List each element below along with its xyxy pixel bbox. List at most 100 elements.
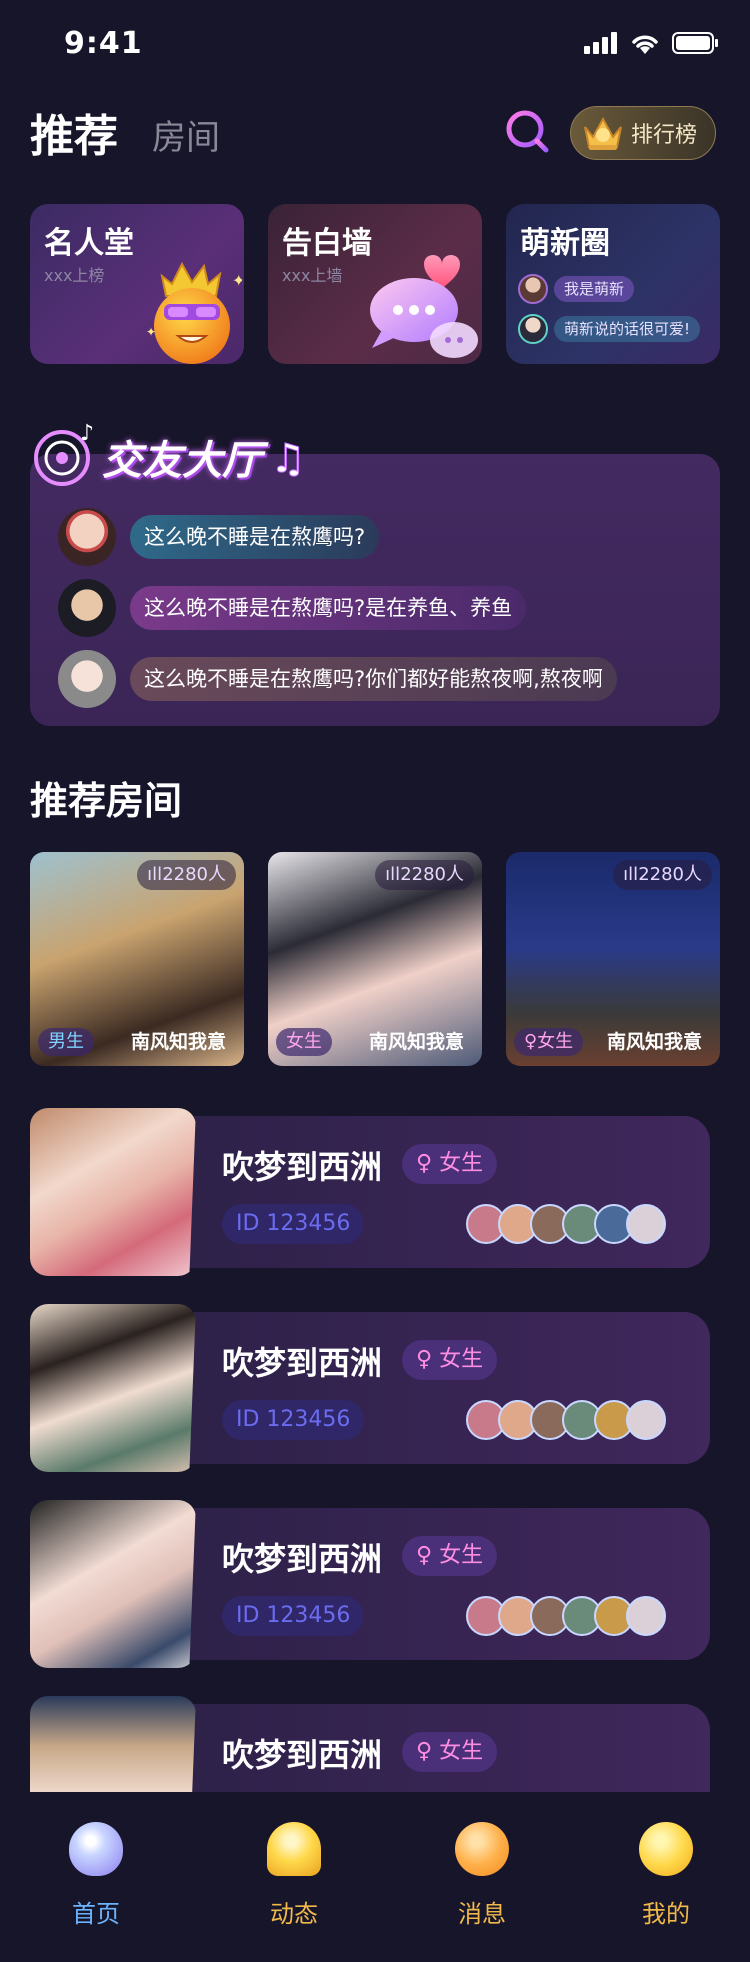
listener-count-text: 2280人 — [638, 864, 702, 885]
card-subtitle: xxx上墙 — [282, 266, 343, 285]
vinyl-record-icon: ♪ — [34, 422, 94, 486]
newbie-circle-card[interactable]: 萌新圈 我是萌新 萌新说的话很可爱! — [506, 204, 720, 364]
gender-tag: ♀ 女生 — [402, 1144, 498, 1184]
listener-count-text: 2280人 — [162, 864, 226, 885]
music-note-icon: ♫ — [270, 436, 307, 483]
room-card-name: 南风知我意 — [606, 1031, 702, 1053]
room-card[interactable]: ıll2280人 ♀女生 南风知我意 — [506, 852, 720, 1066]
svg-text:♪: ♪ — [80, 422, 94, 446]
status-icons — [584, 32, 718, 54]
avatar — [626, 1596, 666, 1636]
chat-message[interactable]: 这么晚不睡是在熬鹰吗?是在养鱼、养鱼 — [58, 579, 527, 637]
card-subtitle: xxx上榜 — [44, 266, 105, 285]
room-list-item[interactable]: 吹梦到西洲 ♀ 女生 ID 123456 — [30, 1108, 710, 1276]
room-title: 吹梦到西洲 — [222, 1540, 383, 1578]
card-title: 名人堂 — [44, 226, 134, 261]
tab-recommend[interactable]: 推荐 — [30, 100, 118, 164]
tab-rooms[interactable]: 房间 — [152, 110, 220, 159]
friend-hall-title-text: 交友大厅 — [102, 438, 262, 484]
room-list-item[interactable]: 吹梦到西洲 ♀ 女生 ID 123456 — [30, 1500, 710, 1668]
search-icon[interactable] — [504, 108, 550, 154]
room-card[interactable]: ıll2280人 女生 南风知我意 — [268, 852, 482, 1066]
nav-profile[interactable]: 我的 — [606, 1822, 726, 1929]
nav-label: 我的 — [642, 1900, 690, 1928]
leaderboard-button[interactable]: 排行榜 — [570, 106, 716, 160]
heart-icon — [69, 1822, 123, 1876]
avatar — [58, 508, 116, 566]
sound-wave-icon: ıll — [385, 864, 401, 885]
battery-icon — [672, 32, 718, 54]
avatar — [518, 314, 548, 344]
confession-wall-card[interactable]: 告白墙 xxx上墙 — [268, 204, 482, 364]
nav-label: 消息 — [458, 1900, 506, 1928]
chat-bubble: 这么晚不睡是在熬鹰吗? — [130, 515, 380, 559]
chat-message[interactable]: 这么晚不睡是在熬鹰吗?你们都好能熬夜啊,熬夜啊 — [58, 650, 617, 708]
status-time: 9:41 — [64, 26, 143, 61]
gender-tag: ♀女生 — [514, 1028, 584, 1056]
newbie-chip: 我是萌新 — [554, 276, 635, 302]
room-card-name: 南风知我意 — [130, 1031, 226, 1053]
nav-feed[interactable]: 动态 — [234, 1822, 354, 1929]
chat-message[interactable]: 这么晚不睡是在熬鹰吗? — [58, 508, 380, 566]
room-title: 吹梦到西洲 — [222, 1344, 383, 1382]
room-title: 吹梦到西洲 — [222, 1736, 383, 1774]
newbie-chip-row: 萌新说的话很可爱! — [518, 314, 701, 344]
avatar — [58, 579, 116, 637]
listener-count: ıll2280人 — [137, 860, 236, 890]
room-title: 吹梦到西洲 — [222, 1148, 383, 1186]
newbie-chip: 萌新说的话很可爱! — [554, 316, 701, 342]
sound-wave-icon: ıll — [623, 864, 639, 885]
listener-count: ıll2280人 — [375, 860, 474, 890]
friend-hall-title: ♪ 交友大厅 ♫ — [30, 420, 320, 490]
room-card-name: 南风知我意 — [368, 1031, 464, 1053]
member-avatars — [466, 1596, 666, 1636]
svg-text:♫: ♫ — [270, 436, 306, 482]
newbie-chip-row: 我是萌新 — [518, 274, 635, 304]
crown-icon — [584, 116, 622, 150]
member-avatars — [466, 1204, 666, 1244]
hall-of-fame-card[interactable]: 名人堂 xxx上榜 ✦ ✦ — [30, 204, 244, 364]
avatar — [626, 1400, 666, 1440]
svg-text:✦: ✦ — [146, 325, 156, 339]
avatar — [518, 274, 548, 304]
listener-count: ıll2280人 — [613, 860, 712, 890]
listener-count-text: 2280人 — [400, 864, 464, 885]
gender-tag: ♀ 女生 — [402, 1732, 498, 1772]
nav-home[interactable]: 首页 — [36, 1822, 156, 1929]
avatar — [626, 1204, 666, 1244]
room-id: ID 123456 — [222, 1400, 365, 1440]
crowned-smiley-icon: ✦ ✦ — [146, 261, 242, 364]
room-list-item[interactable]: 吹梦到西洲 ♀ 女生 ID 123456 — [30, 1304, 710, 1472]
wifi-icon — [632, 35, 658, 54]
avatar — [58, 650, 116, 708]
love-chat-icon — [370, 255, 478, 358]
room-id: ID 123456 — [222, 1204, 365, 1244]
chat-bubble: 这么晚不睡是在熬鹰吗?你们都好能熬夜啊,熬夜啊 — [130, 657, 617, 701]
section-title: 推荐房间 — [30, 779, 183, 823]
gender-tag: 女生 — [276, 1028, 332, 1056]
nav-label: 动态 — [270, 1900, 318, 1928]
card-title: 萌新圈 — [520, 226, 610, 261]
room-cover — [30, 1696, 196, 1792]
gender-tag: 男生 — [38, 1028, 94, 1056]
chat-bubble-icon — [455, 1822, 509, 1876]
leaderboard-label: 排行榜 — [631, 123, 698, 148]
gender-tag: ♀ 女生 — [402, 1340, 498, 1380]
room-cover — [30, 1304, 196, 1472]
signal-icon — [584, 32, 617, 54]
bell-icon — [267, 1822, 321, 1876]
room-id: ID 123456 — [222, 1596, 365, 1636]
room-list-item[interactable]: 吹梦到西洲 ♀ 女生 — [30, 1696, 710, 1792]
room-card[interactable]: ıll2280人 男生 南风知我意 — [30, 852, 244, 1066]
card-title: 告白墙 — [282, 226, 372, 261]
member-avatars — [466, 1400, 666, 1440]
nav-label: 首页 — [72, 1900, 120, 1928]
room-cover — [30, 1500, 196, 1668]
sound-wave-icon: ıll — [147, 864, 163, 885]
svg-text:✦: ✦ — [232, 271, 242, 290]
bottom-nav: 首页 动态 消息 我的 — [0, 1792, 750, 1962]
nav-messages[interactable]: 消息 — [422, 1822, 542, 1929]
gender-tag: ♀ 女生 — [402, 1536, 498, 1576]
room-cover — [30, 1108, 196, 1276]
smiley-icon — [639, 1822, 693, 1876]
